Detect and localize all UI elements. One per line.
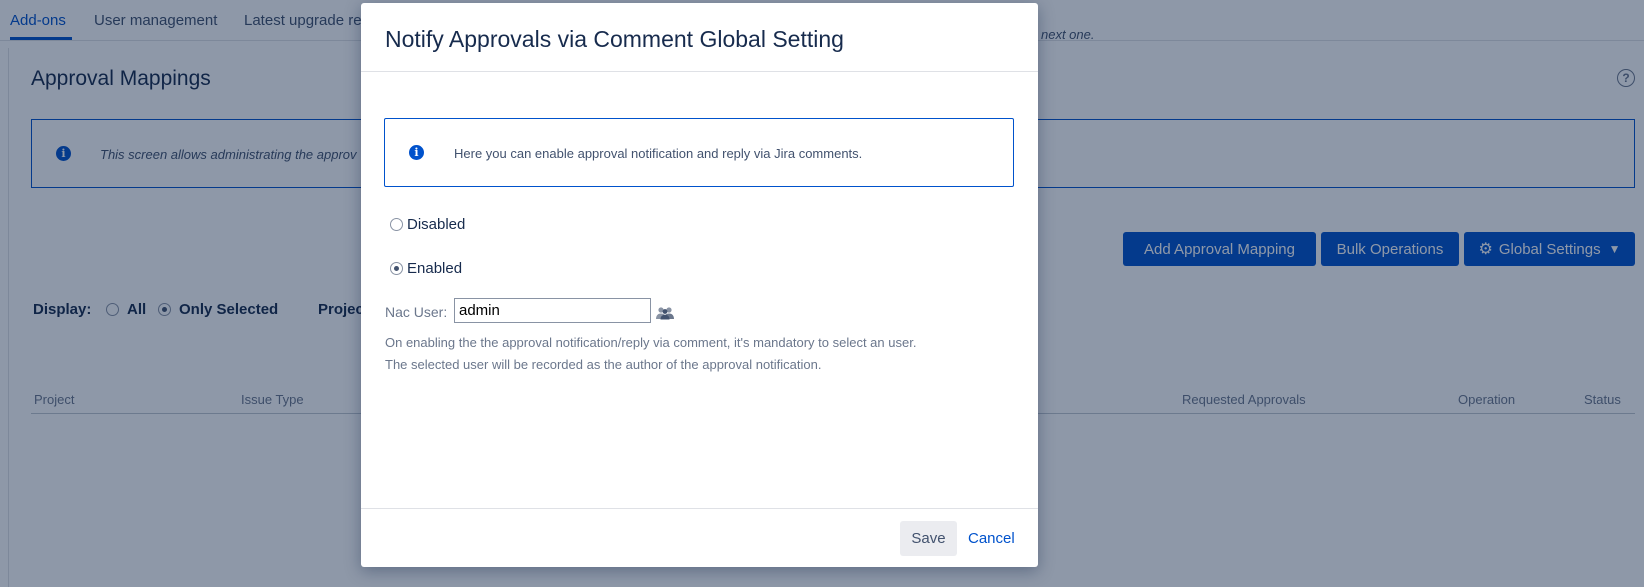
cancel-link[interactable]: Cancel xyxy=(968,530,1015,547)
users-icon[interactable] xyxy=(655,306,675,320)
disabled-radio[interactable] xyxy=(390,218,403,231)
global-setting-dialog: Notify Approvals via Comment Global Sett… xyxy=(361,3,1038,567)
hint-line-2: The selected user will be recorded as th… xyxy=(385,357,822,372)
nac-user-input[interactable] xyxy=(454,298,651,323)
dialog-info-message: i Here you can enable approval notificat… xyxy=(384,118,1014,187)
dialog-title: Notify Approvals via Comment Global Sett… xyxy=(385,26,844,52)
dialog-header-divider xyxy=(361,71,1038,72)
enabled-radio[interactable] xyxy=(390,262,403,275)
nac-user-label: Nac User: xyxy=(385,304,448,320)
info-icon: i xyxy=(409,145,424,160)
dialog-footer-divider xyxy=(361,508,1038,509)
disabled-label[interactable]: Disabled xyxy=(407,216,465,233)
dialog-info-text: Here you can enable approval notificatio… xyxy=(454,146,863,161)
enabled-label[interactable]: Enabled xyxy=(407,260,462,277)
save-button[interactable]: Save xyxy=(900,521,957,556)
hint-line-1: On enabling the the approval notificatio… xyxy=(385,335,917,350)
